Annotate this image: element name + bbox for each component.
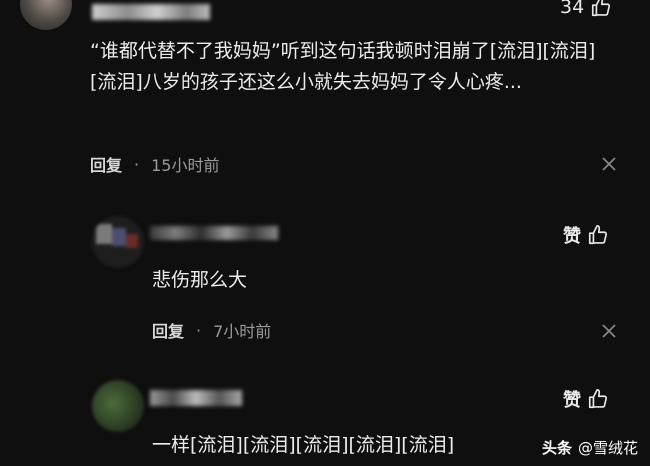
like-label: 赞: [563, 226, 581, 247]
thumbs-up-icon: [588, 389, 608, 409]
username-blurred[interactable]: [150, 226, 278, 240]
close-icon[interactable]: [602, 324, 616, 338]
thumbs-up-icon: [592, 0, 611, 17]
comment-text: 悲伤那么大: [152, 269, 248, 291]
close-icon[interactable]: [602, 157, 616, 171]
avatar[interactable]: [20, 0, 72, 30]
timestamp: 7小时前: [213, 322, 272, 341]
comment-meta: 回复 · 15小时前: [90, 152, 219, 176]
comment-item: 34 “谁都代替不了我妈妈”听到这句话我顿时泪崩了[流泪][流泪][流泪]八岁的…: [0, 0, 650, 190]
separator-dot: ·: [134, 154, 140, 174]
separator-dot: ·: [196, 320, 202, 340]
reply-item: 赞 悲伤那么大 回复 · 7小时前: [0, 210, 650, 360]
avatar[interactable]: [92, 216, 144, 268]
reply-button[interactable]: 回复: [90, 152, 122, 176]
watermark-handle: @雪绒花: [577, 439, 638, 457]
comment-text: 一样[流泪][流泪][流泪][流泪][流泪]: [152, 434, 455, 456]
comment-text: “谁都代替不了我妈妈”听到这句话我顿时泪崩了[流泪][流泪][流泪]八岁的孩子还…: [90, 40, 596, 93]
thumbs-up-icon: [588, 225, 608, 245]
like-label: 赞: [563, 390, 581, 411]
timestamp: 15小时前: [151, 156, 220, 175]
like-button[interactable]: 34: [560, 0, 612, 18]
comment-meta: 回复 · 7小时前: [152, 318, 271, 342]
reply-button[interactable]: 回复: [152, 318, 184, 342]
username-blurred[interactable]: [150, 390, 242, 406]
like-button[interactable]: 赞: [563, 222, 609, 248]
like-count: 34: [560, 0, 585, 18]
watermark: 头条 @雪绒花: [542, 437, 638, 458]
like-button[interactable]: 赞: [563, 386, 609, 412]
username-blurred[interactable]: [92, 4, 210, 20]
avatar[interactable]: [92, 380, 144, 432]
watermark-brand: 头条: [541, 439, 572, 457]
